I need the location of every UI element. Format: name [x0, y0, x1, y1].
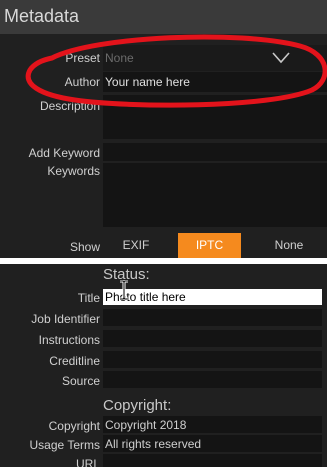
url-label: URL	[75, 457, 100, 467]
title-field[interactable]: Photo title here	[103, 289, 322, 305]
keywords-field[interactable]	[103, 163, 327, 227]
copyright-value: Copyright 2018	[105, 418, 187, 432]
source-label: Source	[61, 374, 100, 388]
description-field[interactable]	[103, 95, 327, 139]
metadata-header: Metadata	[0, 0, 327, 34]
show-iptc-button[interactable]: IPTC	[178, 233, 241, 258]
usage-terms-field[interactable]: All rights reserved	[103, 435, 322, 452]
show-exif-button[interactable]: EXIF	[108, 233, 164, 258]
usage-terms-value: All rights reserved	[105, 437, 202, 451]
iptc-panel: Status: Title Photo title here Job Ident…	[0, 264, 327, 467]
instructions-field[interactable]	[103, 330, 322, 347]
chevron-down-icon	[272, 52, 290, 64]
preset-value: None	[105, 51, 134, 65]
show-none-button[interactable]: None	[257, 233, 321, 258]
title-label: Title	[77, 291, 100, 305]
copyright-heading: Copyright:	[103, 397, 172, 414]
copyright-field[interactable]: Copyright 2018	[103, 416, 322, 433]
job-identifier-field[interactable]	[103, 309, 322, 326]
author-field[interactable]: Your name here	[103, 72, 327, 92]
preset-label: Preset	[65, 51, 100, 65]
url-field[interactable]	[103, 454, 322, 467]
author-value: Your name here	[105, 75, 190, 89]
add-keyword-label: Add Keyword	[28, 146, 100, 160]
source-field[interactable]	[103, 371, 322, 388]
author-label: Author	[64, 75, 100, 89]
panel-title: Metadata	[4, 6, 80, 26]
usage-terms-label: Usage Terms	[29, 438, 100, 452]
add-keyword-field[interactable]	[103, 143, 327, 161]
instructions-label: Instructions	[38, 333, 100, 347]
i-beam-cursor-icon	[120, 280, 128, 300]
creditline-label: Creditline	[49, 354, 100, 368]
description-label: Description	[39, 99, 100, 113]
job-identifier-label: Job Identifier	[31, 312, 100, 326]
creditline-field[interactable]	[103, 351, 322, 368]
metadata-panel: Metadata Preset None Author Your name he…	[0, 0, 327, 258]
copyright-label: Copyright	[48, 419, 100, 433]
keywords-label: Keywords	[47, 164, 100, 178]
show-label: Show	[69, 240, 100, 254]
preset-dropdown[interactable]: None	[103, 45, 327, 71]
